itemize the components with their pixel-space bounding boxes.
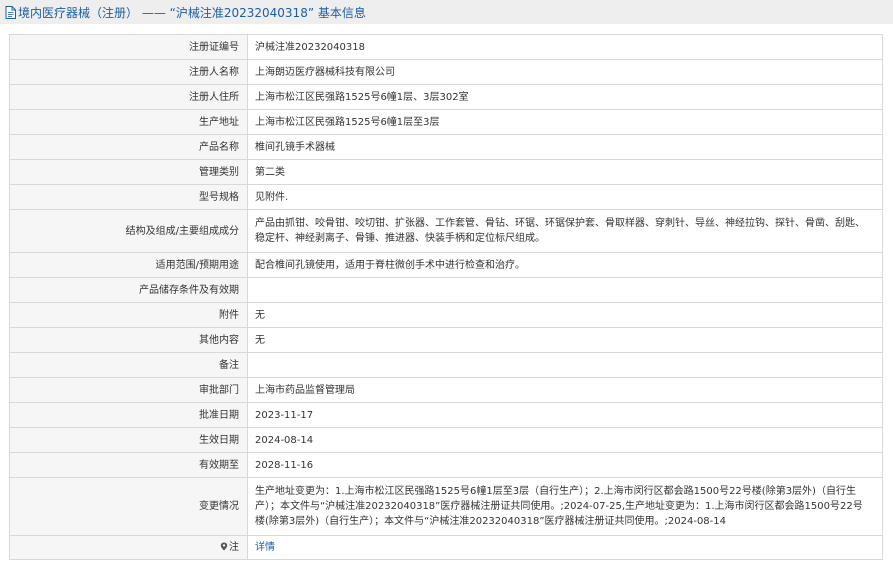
row-value — [247, 277, 883, 303]
row-value: 沪械注准20232040318 — [247, 34, 883, 60]
row-label: 批准日期 — [9, 402, 248, 428]
row-value: 见附件. — [247, 184, 883, 210]
table-row: 产品储存条件及有效期 — [9, 277, 883, 303]
table-row: 型号规格 见附件. — [9, 184, 883, 210]
row-label: 生效日期 — [9, 427, 248, 453]
table-row: 产品名称 椎间孔镜手术器械 — [9, 134, 883, 160]
note-label: 注 — [229, 542, 239, 553]
row-value: 无 — [247, 327, 883, 353]
row-value: 配合椎间孔镜使用，适用于脊柱微创手术中进行检查和治疗。 — [247, 252, 883, 278]
row-label: 变更情况 — [9, 477, 248, 536]
note-value-cell: 详情 — [247, 535, 883, 560]
table-row: 有效期至 2028-11-16 — [9, 452, 883, 478]
row-label: 其他内容 — [9, 327, 248, 353]
note-label-cell: 注 — [9, 535, 248, 560]
table-row: 生效日期 2024-08-14 — [9, 427, 883, 453]
table-row: 批准日期 2023-11-17 — [9, 402, 883, 428]
row-value: 上海朗迈医疗器械科技有限公司 — [247, 59, 883, 85]
row-value: 2028-11-16 — [247, 452, 883, 478]
page-title: 境内医疗器械（注册） —— “沪械注准20232040318” 基本信息 — [18, 5, 366, 20]
table-row: 审批部门 上海市药品监督管理局 — [9, 377, 883, 403]
row-label: 注册证编号 — [9, 34, 248, 60]
title-bar: 境内医疗器械（注册） —— “沪械注准20232040318” 基本信息 — [0, 0, 893, 24]
row-label: 产品储存条件及有效期 — [9, 277, 248, 303]
table-row: 适用范围/预期用途 配合椎间孔镜使用，适用于脊柱微创手术中进行检查和治疗。 — [9, 252, 883, 278]
row-label: 注册人名称 — [9, 59, 248, 85]
row-value: 生产地址变更为：1.上海市松江区民强路1525号6幢1层至3层（自行生产）；2.… — [247, 477, 883, 536]
row-label: 附件 — [9, 302, 248, 328]
document-icon — [5, 5, 16, 19]
row-value: 第二类 — [247, 159, 883, 185]
table-row: 变更情况 生产地址变更为：1.上海市松江区民强路1525号6幢1层至3层（自行生… — [9, 477, 883, 536]
table-row: 注册证编号 沪械注准20232040318 — [9, 34, 883, 60]
row-value: 2023-11-17 — [247, 402, 883, 428]
row-value: 产品由抓钳、咬骨钳、咬切钳、扩张器、工作套管、骨钻、环锯、环锯保护套、骨取样器、… — [247, 209, 883, 253]
row-label: 管理类别 — [9, 159, 248, 185]
row-label: 审批部门 — [9, 377, 248, 403]
row-label: 有效期至 — [9, 452, 248, 478]
row-value: 无 — [247, 302, 883, 328]
location-pin-icon — [220, 541, 228, 551]
row-label: 适用范围/预期用途 — [9, 252, 248, 278]
table-row: 结构及组成/主要组成成分 产品由抓钳、咬骨钳、咬切钳、扩张器、工作套管、骨钻、环… — [9, 209, 883, 253]
table-row: 附件 无 — [9, 302, 883, 328]
row-label: 型号规格 — [9, 184, 248, 210]
row-value: 2024-08-14 — [247, 427, 883, 453]
row-value: 上海市松江区民强路1525号6幢1层、3层302室 — [247, 84, 883, 110]
row-value: 上海市药品监督管理局 — [247, 377, 883, 403]
table-row: 注册人住所 上海市松江区民强路1525号6幢1层、3层302室 — [9, 84, 883, 110]
row-value — [247, 352, 883, 378]
table-row-note: 注 详情 — [9, 535, 883, 560]
table-row: 管理类别 第二类 — [9, 159, 883, 185]
row-label: 生产地址 — [9, 109, 248, 135]
table-row: 注册人名称 上海朗迈医疗器械科技有限公司 — [9, 59, 883, 85]
row-value: 椎间孔镜手术器械 — [247, 134, 883, 160]
table-row: 备注 — [9, 352, 883, 378]
details-link[interactable]: 详情 — [255, 542, 275, 553]
row-label: 结构及组成/主要组成成分 — [9, 209, 248, 253]
table-row: 生产地址 上海市松江区民强路1525号6幢1层至3层 — [9, 109, 883, 135]
row-label: 产品名称 — [9, 134, 248, 160]
info-table: 注册证编号 沪械注准20232040318 注册人名称 上海朗迈医疗器械科技有限… — [9, 34, 883, 560]
page: 境内医疗器械（注册） —— “沪械注准20232040318” 基本信息 注册证… — [0, 0, 893, 587]
row-value: 上海市松江区民强路1525号6幢1层至3层 — [247, 109, 883, 135]
table-row: 其他内容 无 — [9, 327, 883, 353]
row-label: 备注 — [9, 352, 248, 378]
row-label: 注册人住所 — [9, 84, 248, 110]
